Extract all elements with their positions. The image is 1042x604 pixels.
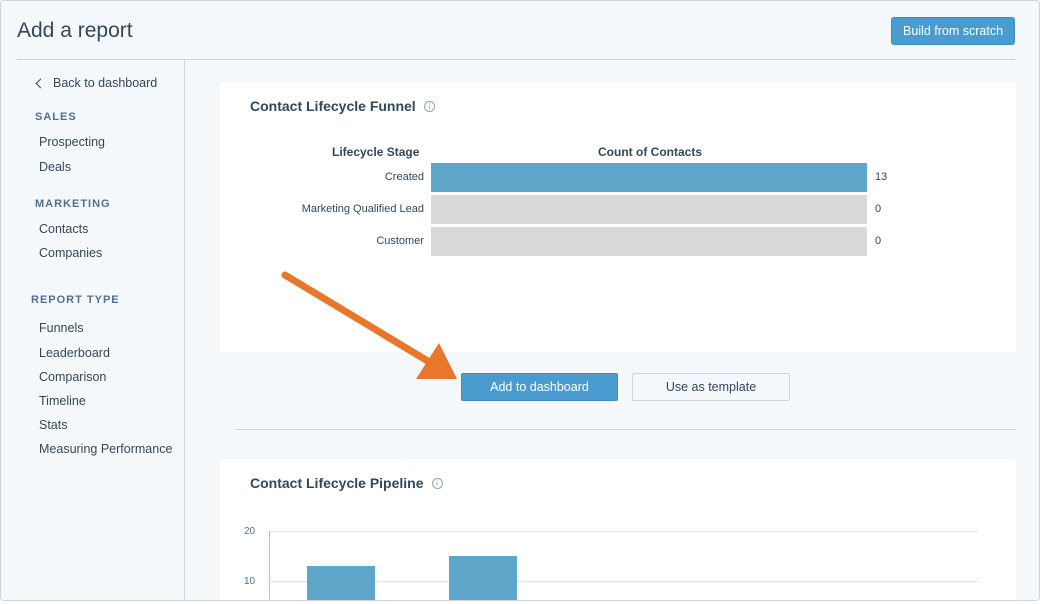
add-to-dashboard-button[interactable]: Add to dashboard: [461, 373, 618, 401]
info-icon[interactable]: i: [431, 477, 443, 489]
sidebar-item-timeline[interactable]: Timeline: [39, 394, 86, 408]
y-tick-label: 20: [244, 526, 256, 537]
sidebar-item-prospecting[interactable]: Prospecting: [39, 135, 105, 149]
sidebar-item-leaderboard[interactable]: Leaderboard: [39, 346, 110, 360]
y-tick-label: 10: [244, 576, 256, 587]
section-divider: [235, 429, 1015, 430]
sidebar-item-contacts[interactable]: Contacts: [39, 222, 88, 236]
back-to-dashboard-link[interactable]: Back to dashboard: [35, 76, 157, 90]
sidebar-item-deals[interactable]: Deals: [39, 160, 71, 174]
pipeline-card-title-row: Contact Lifecycle Pipeline i: [250, 475, 443, 491]
y-axis: [269, 531, 270, 600]
page-title: Add a report: [17, 19, 133, 42]
stage-label: Customer: [376, 235, 424, 247]
funnel-bar-track: [431, 195, 867, 224]
sidebar-item-funnels[interactable]: Funnels: [39, 321, 83, 335]
pipeline-report-card: Contact Lifecycle Pipeline i 20 10: [220, 459, 1016, 600]
sidebar-item-companies[interactable]: Companies: [39, 246, 102, 260]
count-value: 0: [875, 203, 882, 215]
arrow-annotation-icon: [281, 271, 457, 379]
sidebar-item-measuring-performance[interactable]: Measuring Performance: [39, 442, 172, 456]
pipeline-bar: [307, 566, 375, 600]
funnel-card-title-row: Contact Lifecycle Funnel i: [250, 98, 435, 114]
app-window: Add a report Build from scratch Back to …: [0, 0, 1040, 601]
count-value: 13: [875, 171, 888, 183]
stage-label: Created: [384, 171, 424, 183]
section-heading-sales: SALES: [35, 111, 77, 123]
use-as-template-button[interactable]: Use as template: [632, 373, 790, 401]
lifecycle-stage-header: Lifecycle Stage: [332, 145, 420, 159]
sidebar-item-comparison[interactable]: Comparison: [39, 370, 106, 384]
gridline: [270, 581, 978, 582]
funnel-bar-created: [431, 163, 867, 192]
build-from-scratch-button[interactable]: Build from scratch: [891, 17, 1015, 45]
back-link-label: Back to dashboard: [53, 76, 158, 90]
funnel-card-title: Contact Lifecycle Funnel: [250, 98, 416, 114]
stage-label: Marketing Qualified Lead: [301, 203, 424, 215]
gridline: [270, 531, 978, 532]
info-icon[interactable]: i: [423, 100, 435, 112]
chevron-left-icon: [35, 78, 46, 88]
funnel-bar-track: [431, 163, 867, 192]
page-header: Add a report Build from scratch: [1, 1, 1039, 59]
count-of-contacts-header: Count of Contacts: [598, 145, 702, 159]
count-value: 0: [875, 235, 882, 247]
section-heading-report-type: REPORT TYPE: [31, 294, 120, 306]
section-heading-marketing: MARKETING: [35, 198, 111, 210]
funnel-bar-track: [431, 227, 867, 256]
pipeline-bar: [449, 556, 517, 600]
pipeline-card-title: Contact Lifecycle Pipeline: [250, 475, 424, 491]
sidebar-item-stats[interactable]: Stats: [39, 418, 68, 432]
sidebar: Back to dashboard SALES Prospecting Deal…: [17, 60, 185, 600]
